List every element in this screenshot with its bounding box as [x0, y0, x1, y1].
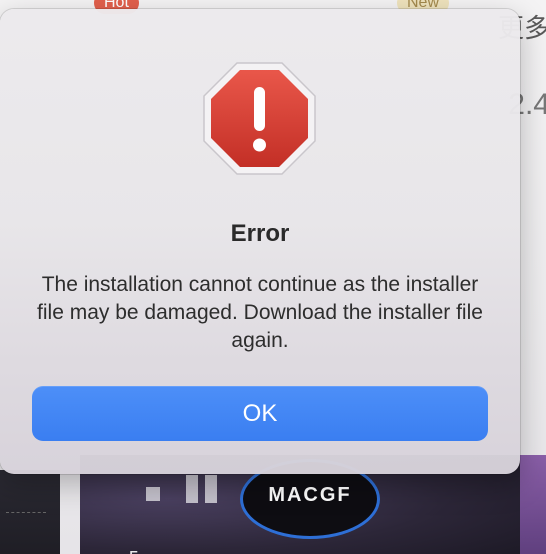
- decorative-divider: [6, 512, 46, 519]
- stop-exclamation-icon: [203, 62, 316, 175]
- macgf-logo-text: MACGF: [268, 484, 352, 506]
- decorative-chip: [205, 475, 217, 503]
- error-alert-dialog: Error The installation cannot continue a…: [0, 9, 520, 474]
- banner-caption: 「...」202...: [116, 545, 277, 554]
- background-thumbnail-left[interactable]: [0, 470, 60, 554]
- alert-title: Error: [230, 220, 290, 247]
- alert-message: The installation cannot continue as the …: [37, 273, 483, 352]
- decorative-chip: [146, 487, 160, 501]
- background-thumbnail-right[interactable]: [520, 455, 546, 554]
- ok-button[interactable]: OK: [32, 386, 488, 441]
- decorative-chip: [186, 475, 198, 503]
